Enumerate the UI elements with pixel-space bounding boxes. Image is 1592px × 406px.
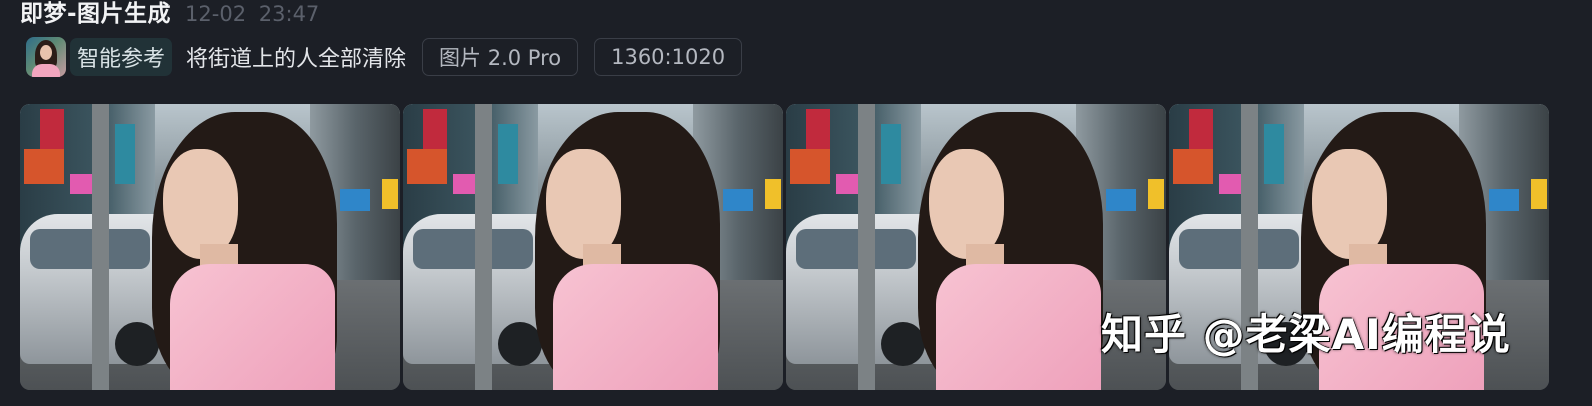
page-title: 即梦-图片生成 (20, 1, 172, 27)
smart-reference-tag: 智能参考 (70, 38, 173, 76)
watermark: 知乎 @老梁AI编程说 (1101, 310, 1511, 359)
generated-image-2[interactable] (403, 104, 783, 390)
prompt-row: 智能参考 将街道上的人全部清除 图片 2.0 Pro 1360:1020 (26, 37, 743, 77)
reference-image-thumbnail[interactable] (26, 37, 66, 77)
header: 即梦-图片生成 12-02 23:47 (20, 0, 319, 28)
date-text: 12-02 (185, 2, 247, 26)
timestamp: 12-02 23:47 (185, 2, 319, 26)
prompt-text: 将街道上的人全部清除 (186, 47, 407, 72)
model-chip[interactable]: 图片 2.0 Pro (422, 38, 579, 76)
generated-image-1[interactable] (20, 104, 400, 390)
aspect-ratio-chip[interactable]: 1360:1020 (594, 38, 743, 76)
time-text: 23:47 (258, 2, 320, 26)
